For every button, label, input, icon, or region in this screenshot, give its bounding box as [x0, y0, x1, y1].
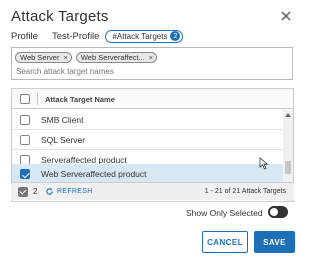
close-icon[interactable]	[279, 9, 293, 23]
count-badge: 2	[170, 31, 181, 41]
row-checkbox[interactable]	[20, 115, 30, 125]
row-name: Web Serveraffected product	[41, 169, 147, 179]
row-name: SQL Server	[41, 135, 86, 145]
selected-tags: Web Server × Web Serveraffect... ×	[15, 52, 158, 63]
select-all-checkbox[interactable]	[20, 94, 30, 104]
dialog-header: Attack Targets	[11, 6, 295, 28]
tag-label: Web Serveraffect...	[80, 53, 145, 62]
row-checkbox-checked[interactable]	[20, 169, 30, 179]
show-only-selected-label: Show Only Selected	[186, 208, 263, 218]
scroll-thumb[interactable]	[285, 161, 291, 174]
filter-box[interactable]: Web Server × Web Serveraffect... ×	[11, 47, 293, 80]
chip-label: #Attack Targets	[112, 31, 168, 41]
search-input[interactable]	[16, 66, 286, 77]
tag-remove-icon[interactable]: ×	[63, 53, 67, 62]
column-header-name[interactable]: Attack Target Name	[45, 95, 115, 104]
tag-web-serveraffected: Web Serveraffect... ×	[75, 52, 158, 63]
table-row[interactable]: SQL Server	[12, 130, 283, 150]
pagination-range: 1 - 21 of 21 Attack Targets	[204, 188, 286, 195]
cancel-button[interactable]: CANCEL	[202, 231, 248, 253]
show-only-selected-toggle[interactable]	[268, 206, 288, 218]
table-row[interactable]: SMB Client	[12, 110, 283, 130]
row-checkbox[interactable]	[20, 135, 30, 145]
breadcrumb-test-profile[interactable]: Test-Profile	[52, 31, 100, 42]
tag-web-server: Web Server ×	[15, 52, 72, 63]
breadcrumb-profile[interactable]: Profile	[11, 31, 38, 42]
toggle-knob	[270, 208, 278, 216]
breadcrumb: Profile Test-Profile #Attack Targets 2	[11, 28, 184, 44]
attack-targets-chip[interactable]: #Attack Targets 2	[105, 29, 184, 43]
mouse-cursor-icon	[259, 157, 269, 170]
grid-footer: 2 REFRESH 1 - 21 of 21 Attack Targets	[11, 182, 294, 200]
grid-header: Attack Target Name	[12, 89, 293, 109]
selected-count-checkbox-icon	[18, 187, 28, 197]
selected-count: 2	[33, 187, 38, 196]
tag-remove-icon[interactable]: ×	[149, 53, 153, 62]
save-button[interactable]: SAVE	[254, 231, 295, 253]
refresh-icon[interactable]	[45, 187, 54, 196]
row-name: SMB Client	[41, 115, 84, 125]
refresh-button[interactable]: REFRESH	[57, 188, 93, 195]
dialog-title: Attack Targets	[11, 8, 109, 25]
table-row-selected[interactable]: Web Serveraffected product	[12, 164, 283, 184]
column-separator	[37, 93, 38, 105]
scroll-up-arrow-icon[interactable]	[285, 113, 291, 117]
tag-label: Web Server	[20, 53, 60, 62]
